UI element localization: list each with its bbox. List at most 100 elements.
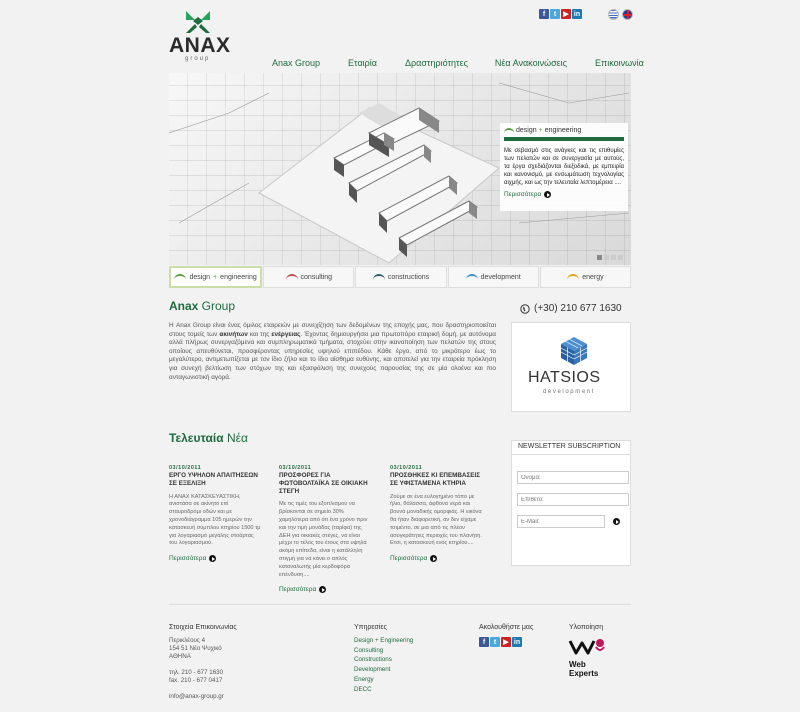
about-title-rest: Group — [198, 299, 236, 313]
caption-title-design: design — [516, 127, 537, 134]
slide-dot[interactable] — [597, 255, 602, 260]
anax-logo[interactable]: ANAX group — [169, 9, 233, 62]
news-more-link[interactable]: Περισσότερα — [390, 555, 482, 563]
service-tabs: design + engineering consulting constructi… — [169, 266, 632, 288]
footer-fax: fax. 210 - 677 0417 — [169, 677, 223, 684]
linkedin-icon[interactable]: in — [572, 9, 582, 19]
phone-text: (+30) 210 677 1630 — [534, 303, 622, 314]
tab-energy[interactable]: energy — [539, 266, 632, 288]
news-headline[interactable]: ΕΡΓΟ ΥΨΗΛΟΝ ΑΠΑΙΤΗΣΕΩΝ ΣΕ ΕΞΕΛΙΞΗ — [169, 472, 261, 488]
footer-link-development[interactable]: Development — [354, 665, 413, 675]
news-more-link[interactable]: Περισσότερα — [169, 555, 261, 563]
nav-item-company[interactable]: Εταιρία — [348, 58, 377, 68]
footer-divider — [169, 604, 631, 605]
youtube-icon[interactable]: ▶ — [501, 637, 511, 647]
tab-constructions[interactable]: constructions — [355, 266, 447, 288]
partner-banner-hatsios[interactable]: HATSIOS development — [511, 322, 631, 412]
facebook-icon[interactable]: f — [539, 9, 549, 19]
about-title-bold: Anax — [169, 299, 199, 313]
news-date: 03/10/2011 — [279, 465, 312, 471]
arc-icon — [285, 274, 298, 280]
slide-dot[interactable] — [611, 255, 616, 260]
twitter-icon[interactable]: t — [490, 637, 500, 647]
news-body: Ζούμε σε ένα ευλογημένο τόπο με ήλιο, θά… — [390, 493, 482, 547]
arrow-circle-icon — [209, 555, 217, 563]
address-line: Περικλέους 4 — [169, 637, 206, 644]
news-item: 03/10/2011 ΕΡΓΟ ΥΨΗΛΟΝ ΑΠΑΙΤΗΣΕΩΝ ΣΕ ΕΞΕ… — [169, 465, 261, 563]
footer-follow: Ακολουθήστε μας f t ▶ in — [479, 624, 533, 647]
footer-services: Υπηρεσίες Design + Engineering Consultin… — [354, 624, 413, 694]
news-more-link[interactable]: Περισσότερα — [279, 586, 371, 594]
tab-design-engineering[interactable]: design + engineering — [169, 266, 263, 288]
phone-number: (+30) 210 677 1630 — [520, 303, 622, 314]
linkedin-icon[interactable]: in — [512, 637, 522, 647]
uk-flag-icon[interactable] — [622, 9, 633, 20]
news-more-label: Περισσότερα — [279, 586, 317, 594]
main-nav: Anax Group Εταιρία Δραστηριότητες Νέα Αν… — [272, 58, 665, 68]
footer-phone: τηλ. 210 - 677 1630 — [169, 669, 224, 676]
news-headline[interactable]: ΠΡΟΣΦΟΡΕΣ ΓΙΑ ΦΩΤΟΒΟΛΤΑΪΚΑ ΣΕ ΟΙΚΙΑΚΗ ΣΤ… — [279, 472, 371, 495]
newsletter-email-input[interactable] — [517, 515, 605, 528]
news-item: 03/10/2011 ΠΡΟΣΘΗΚΕΣ ΚΙ ΕΠΕΜΒΑΣΕΙΣ ΣΕ ΥΦ… — [390, 465, 482, 563]
about-text: Η Anax Group είναι ένας όμιλος εταιρειών… — [169, 322, 496, 382]
news-date: 03/10/2011 — [169, 465, 202, 471]
web-experts-logo[interactable]: Web Experts — [566, 637, 614, 678]
tab-label: development — [480, 273, 521, 281]
footer-services-title: Υπηρεσίες — [354, 624, 387, 631]
newsletter-divider — [512, 454, 630, 455]
address-line: ΑΘΗΝΑ — [169, 653, 191, 660]
language-switcher — [608, 9, 633, 20]
footer-social-links: f t ▶ in — [479, 637, 533, 647]
news-headline[interactable]: ΠΡΟΣΘΗΚΕΣ ΚΙ ΕΠΕΜΒΑΣΕΙΣ ΣΕ ΥΦΙΣΤΑΜΕΝΑ ΚΤ… — [390, 472, 482, 488]
news-more-label: Περισσότερα — [390, 555, 428, 563]
newsletter-surname-input[interactable] — [517, 493, 629, 506]
about-text-bold: ακινήτων — [219, 330, 248, 338]
arc-icon — [372, 274, 385, 280]
footer-impl-title: Υλοποίηση — [569, 624, 604, 631]
slide-dot[interactable] — [618, 255, 623, 260]
twitter-icon[interactable]: t — [550, 9, 560, 19]
news-item: 03/10/2011 ΠΡΟΣΦΟΡΕΣ ΓΙΑ ΦΩΤΟΒΟΛΤΑΪΚΑ ΣΕ… — [279, 465, 371, 594]
facebook-icon[interactable]: f — [479, 637, 489, 647]
arc-icon — [174, 274, 187, 280]
youtube-icon[interactable]: ▶ — [561, 9, 571, 19]
caption-more-link[interactable]: Περισσότερα — [504, 191, 624, 198]
social-links-top: f t ▶ in — [539, 9, 582, 19]
hero-slider[interactable]: design + engineering Με σεβασμό στις ανάγκ… — [169, 73, 631, 265]
greek-flag-icon[interactable] — [608, 9, 619, 20]
slide-dot[interactable] — [604, 255, 609, 260]
tab-label: engineering — [220, 273, 257, 281]
footer-link-constructions[interactable]: Constructions — [354, 655, 413, 665]
newsletter-submit-button[interactable] — [613, 518, 620, 525]
address-line: 154 51 Νέο Ψυχικό — [169, 645, 222, 652]
news-body: Η ΑΝΑΧ ΚΑΤΑΣΚΕΥΑΣΤΙΚΗ, ανιστάσα σε ακίνη… — [169, 493, 261, 547]
tab-label: consulting — [300, 273, 333, 281]
nav-item-news[interactable]: Νέα Ανακοινώσεις — [495, 58, 567, 68]
footer-link-design-engineering[interactable]: Design + Engineering — [354, 636, 413, 646]
newsletter-name-input[interactable] — [517, 471, 629, 484]
tab-consulting[interactable]: consulting — [263, 266, 355, 288]
news-more-label: Περισσότερα — [169, 555, 207, 563]
footer-link-consulting[interactable]: Consulting — [354, 646, 413, 656]
nav-item-contact[interactable]: Επικοινωνία — [595, 58, 644, 68]
tab-label: design — [189, 273, 211, 281]
slider-pager — [597, 255, 623, 260]
footer-link-energy[interactable]: Energy — [354, 675, 413, 685]
brand-sub: group — [185, 56, 211, 62]
arrow-circle-icon — [319, 586, 327, 594]
phone-icon — [520, 303, 530, 314]
hero-caption: design + engineering Με σεβασμό στις ανάγκ… — [500, 123, 628, 211]
caption-title-engineering: engineering — [544, 127, 582, 134]
footer-contact: Στοιχεία Επικοινωνίας Περικλέους 4 154 5… — [169, 624, 237, 701]
footer-implementation: Υλοποίηση — [569, 624, 603, 631]
tab-development[interactable]: development — [447, 266, 539, 288]
footer-email-link[interactable]: info@anax-group.gr — [169, 693, 237, 701]
nav-item-activities[interactable]: Δραστηριότητες — [405, 58, 468, 68]
news-title-rest: Νέα — [223, 431, 248, 445]
partner-name: HATSIOS — [528, 369, 601, 386]
footer-link-decc[interactable]: DECC — [354, 685, 413, 695]
arc-icon — [465, 274, 478, 280]
news-body: Με τις τιμές του εξοπλισμού να βρίσκοντα… — [279, 501, 368, 578]
web-experts-mark-icon — [568, 639, 605, 655]
nav-item-anax-group[interactable]: Anax Group — [272, 58, 320, 68]
